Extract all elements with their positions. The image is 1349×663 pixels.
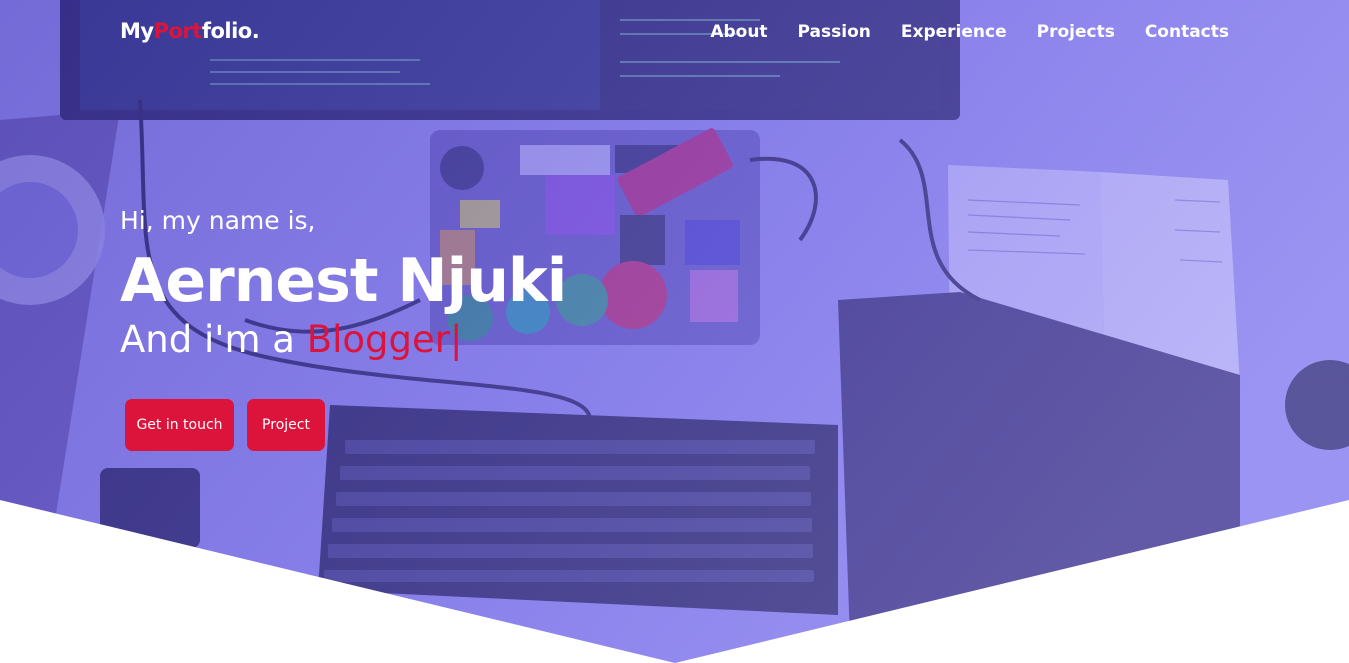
hero-section: MyPortfolio. About Passion Experience Pr…: [0, 0, 1349, 663]
brand-prefix: My: [120, 19, 154, 43]
brand-logo[interactable]: MyPortfolio.: [120, 19, 260, 43]
brand-accent: Port: [153, 19, 203, 43]
nav-link-passion[interactable]: Passion: [798, 22, 871, 42]
greeting-text: Hi, my name is,: [120, 206, 316, 235]
hero-intro: Hi, my name is, Aernest Njuki And i'm a …: [120, 206, 820, 361]
nav-link-projects[interactable]: Projects: [1037, 22, 1115, 42]
brand-suffix: folio.: [201, 19, 260, 43]
nav-link-about[interactable]: About: [710, 22, 767, 42]
nav-link-contacts[interactable]: Contacts: [1145, 22, 1229, 42]
typing-caret: |: [449, 318, 463, 361]
top-navbar: MyPortfolio. About Passion Experience Pr…: [0, 18, 1349, 48]
nav-link-experience[interactable]: Experience: [901, 22, 1007, 42]
hero-role: And i'm a Blogger|: [120, 318, 820, 361]
role-typed-text: Blogger: [306, 318, 450, 361]
get-in-touch-button[interactable]: Get in touch: [125, 399, 234, 451]
nav-menu: About Passion Experience Projects Contac…: [710, 22, 1229, 42]
hero-buttons: Get in touch Project: [125, 399, 325, 451]
hero-name: Aernest Njuki: [120, 246, 567, 316]
role-prefix: And i'm a: [120, 318, 307, 361]
project-button[interactable]: Project: [247, 399, 325, 451]
